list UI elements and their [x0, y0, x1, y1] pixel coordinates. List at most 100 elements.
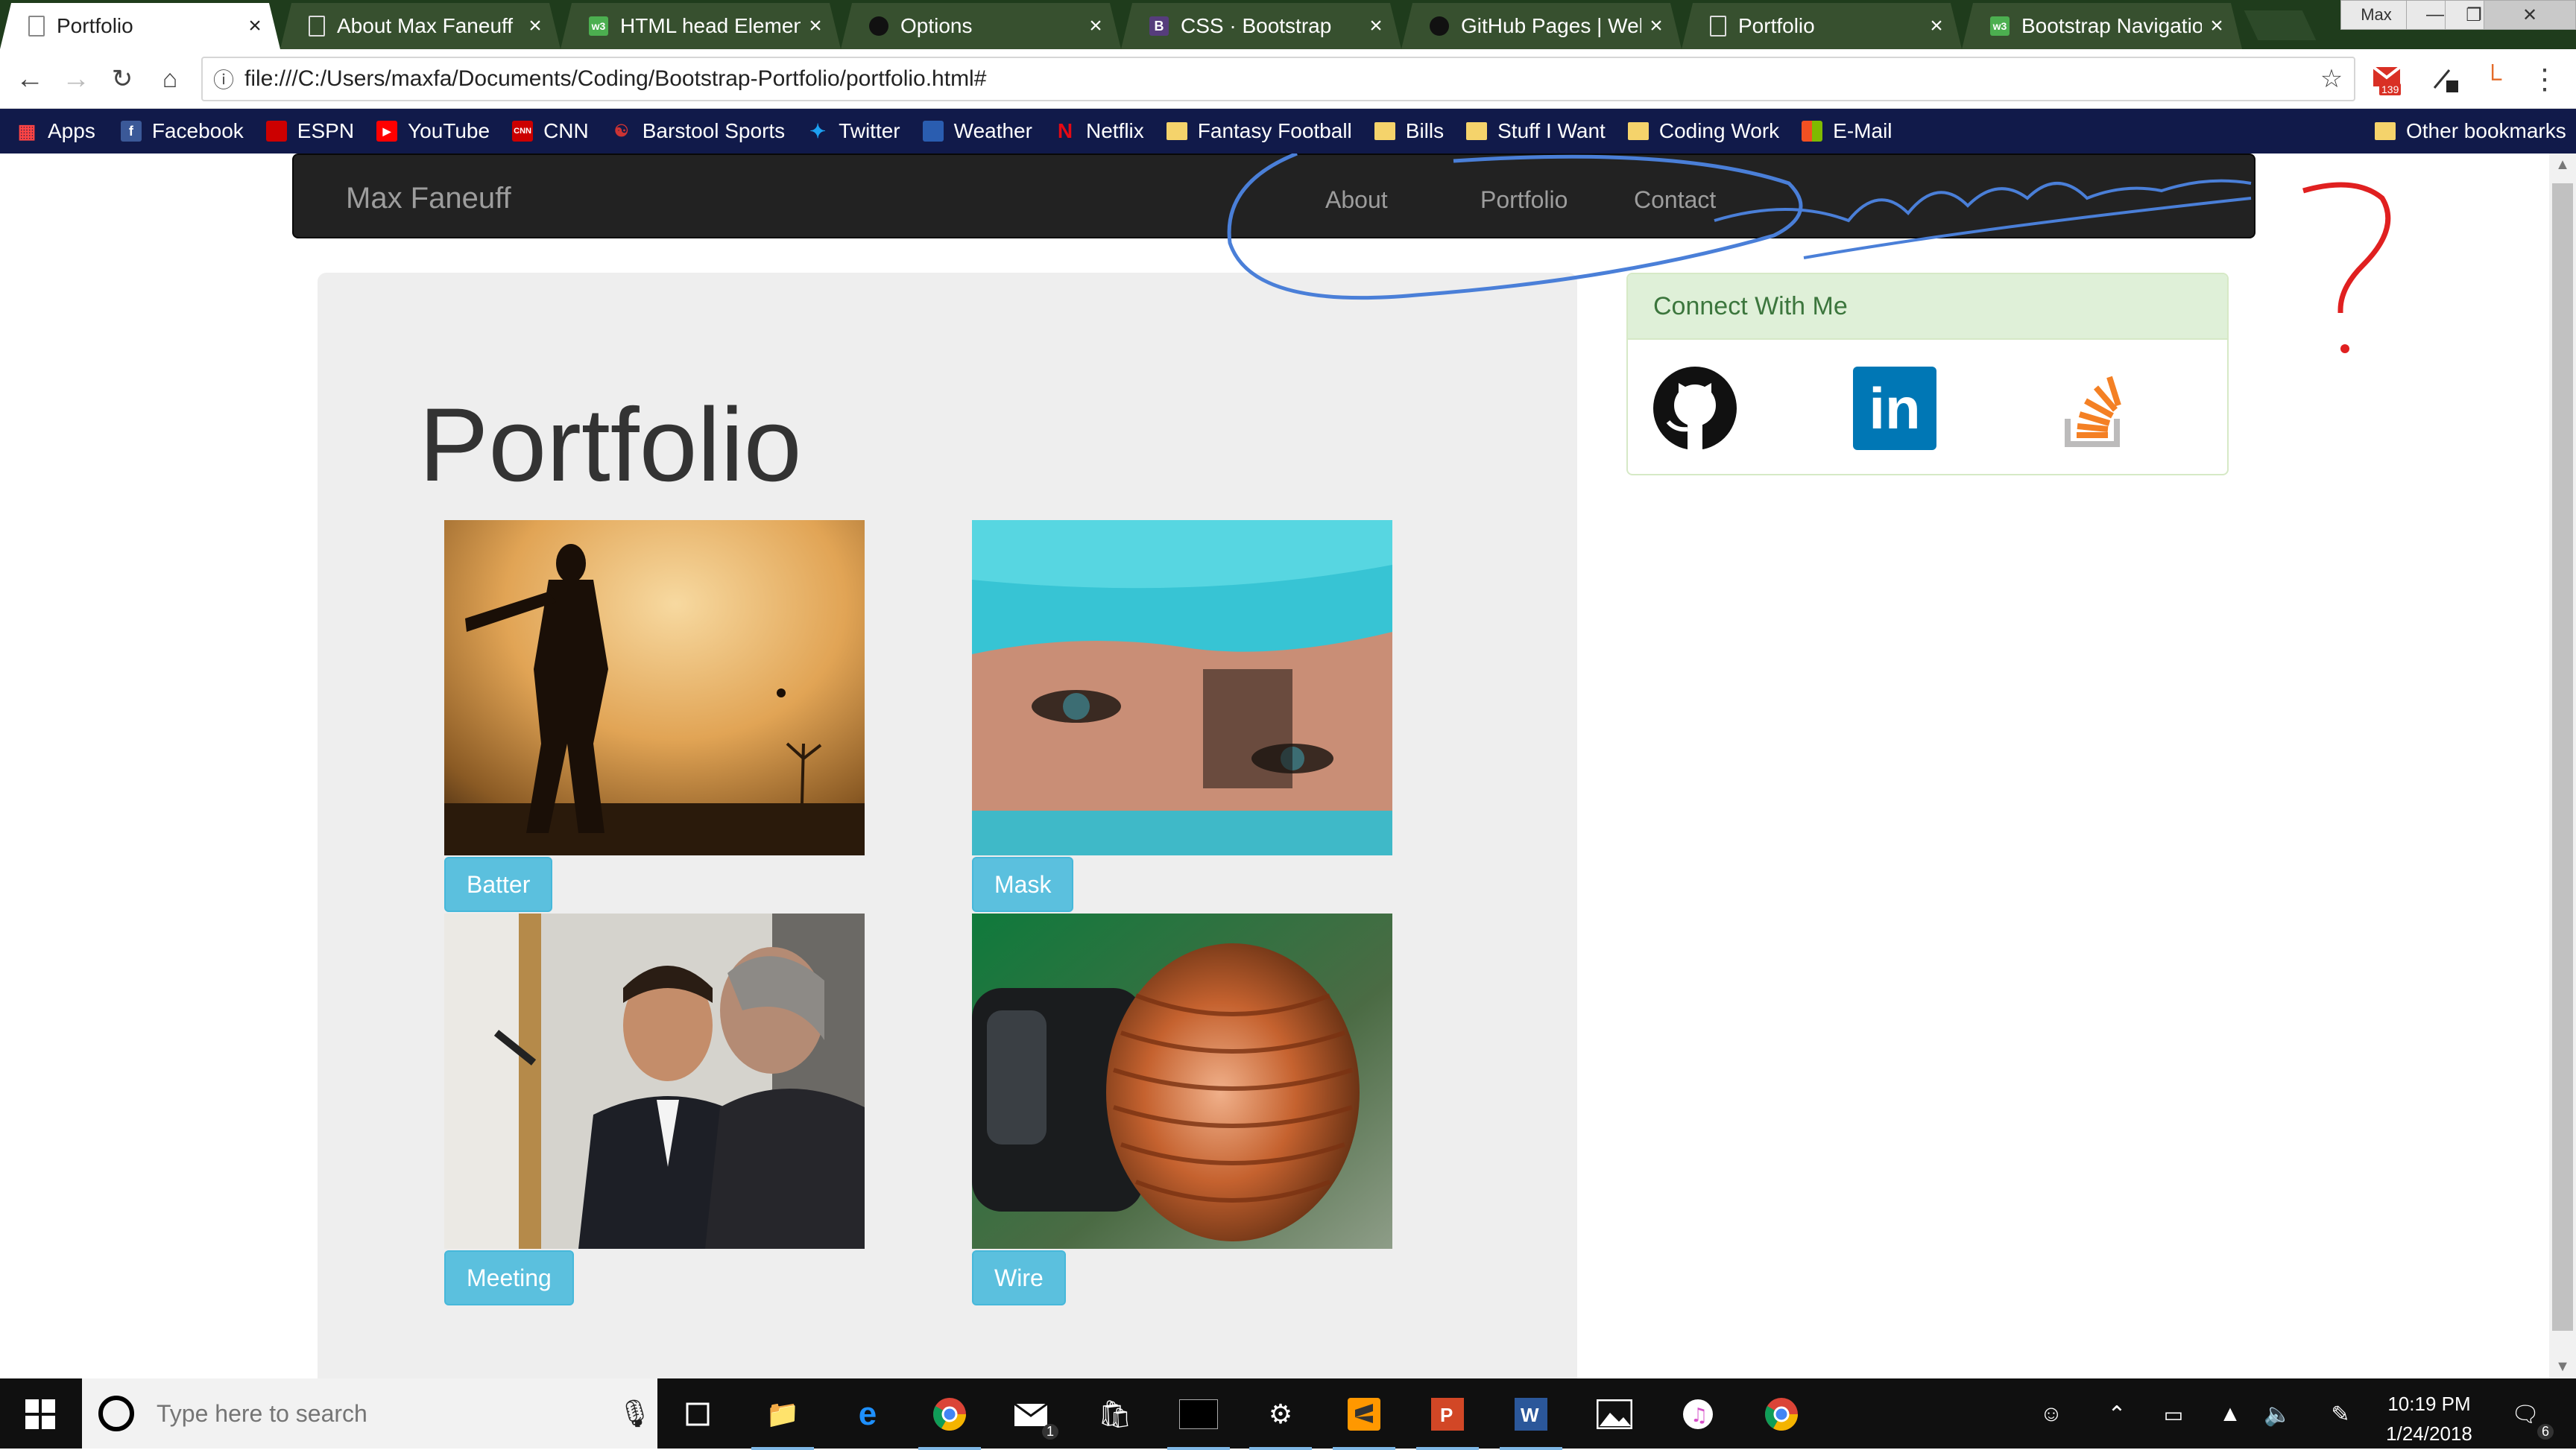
- bookmark-folder-fantasy-football[interactable]: Fantasy Football: [1166, 119, 1352, 143]
- close-tab-icon[interactable]: ×: [2202, 13, 2232, 39]
- battery-icon[interactable]: ▭: [2153, 1393, 2194, 1435]
- task-view-icon[interactable]: [677, 1393, 719, 1435]
- mail-icon[interactable]: 1: [1011, 1393, 1058, 1440]
- microphone-icon[interactable]: 🎙: [613, 1398, 657, 1429]
- bookmark-netflix[interactable]: N Netflix: [1055, 119, 1144, 143]
- scroll-up-arrow-icon[interactable]: ▲: [2549, 156, 2576, 174]
- file-explorer-icon[interactable]: 📁: [751, 1393, 814, 1450]
- action-center-icon[interactable]: 🗨 6: [2504, 1393, 2554, 1440]
- volume-icon[interactable]: 🔈: [2257, 1393, 2299, 1435]
- tab-github-pages[interactable]: GitHub Pages | Websites ×: [1401, 3, 1682, 49]
- profile-button[interactable]: Max: [2340, 0, 2412, 30]
- close-tab-icon[interactable]: ×: [1361, 13, 1391, 39]
- tab-css-bootstrap[interactable]: B CSS · Bootstrap ×: [1121, 3, 1401, 49]
- photos-icon[interactable]: [1594, 1393, 1635, 1435]
- close-tab-icon[interactable]: ×: [1641, 13, 1671, 39]
- close-tab-icon[interactable]: ×: [240, 13, 270, 39]
- notification-badge: 6: [2536, 1424, 2554, 1440]
- home-icon[interactable]: ⌂: [152, 61, 188, 97]
- tab-title: About Max Faneuff: [337, 14, 514, 37]
- bookmark-apps[interactable]: ▦ Apps: [16, 119, 95, 143]
- slack-icon[interactable]: ⚙: [1249, 1393, 1312, 1450]
- reload-icon[interactable]: ↻: [104, 61, 140, 97]
- close-tab-icon[interactable]: ×: [801, 13, 830, 39]
- bookmark-cnn[interactable]: CNN CNN: [512, 119, 589, 143]
- word-icon[interactable]: W: [1500, 1393, 1562, 1450]
- bookmark-label: Apps: [48, 119, 95, 142]
- address-bar[interactable]: ⓘ ☆: [201, 57, 2355, 101]
- tab-bootstrap-navigation[interactable]: w3 Bootstrap Navigation ×: [1962, 3, 2242, 49]
- bookmark-barstool-sports[interactable]: ☯ Barstool Sports: [611, 119, 785, 143]
- taskbar-search-input[interactable]: [157, 1399, 613, 1428]
- edge-icon[interactable]: e: [847, 1393, 888, 1435]
- url-input[interactable]: [244, 66, 2309, 92]
- tab-options[interactable]: Options ×: [841, 3, 1121, 49]
- pen-workspace-icon[interactable]: ✎: [2320, 1393, 2361, 1435]
- bookmark-folder-coding-work[interactable]: Coding Work: [1627, 119, 1779, 143]
- new-tab-button[interactable]: [2244, 10, 2317, 40]
- meeting-image: [444, 914, 865, 1249]
- bookmark-label: ESPN: [297, 119, 355, 142]
- scroll-down-arrow-icon[interactable]: ▼: [2549, 1358, 2576, 1375]
- bookmark-youtube[interactable]: ▶ YouTube: [376, 119, 490, 143]
- close-tab-icon[interactable]: ×: [1922, 13, 1951, 39]
- svg-text:W: W: [1521, 1404, 1539, 1426]
- show-hidden-icons-chevron-icon[interactable]: ⌃: [2096, 1393, 2138, 1435]
- tab-portfolio[interactable]: Portfolio ×: [1682, 3, 1962, 49]
- tab-html-head-element[interactable]: w3 HTML head Element ×: [561, 3, 841, 49]
- bookmark-label: Other bookmarks: [2406, 119, 2566, 142]
- mask-label-button[interactable]: Mask: [972, 857, 1074, 912]
- chrome-icon[interactable]: [918, 1393, 981, 1450]
- extension-icon[interactable]: [2427, 61, 2463, 97]
- info-icon[interactable]: ⓘ: [203, 64, 244, 94]
- chrome-icon[interactable]: [1761, 1393, 1802, 1435]
- bookmark-twitter[interactable]: ✦ Twitter: [807, 119, 900, 143]
- bookmark-label: Stuff I Want: [1497, 119, 1606, 142]
- close-tab-icon[interactable]: ×: [1081, 13, 1111, 39]
- folder-icon: [2375, 122, 2396, 140]
- bookmark-star-icon[interactable]: ☆: [2309, 64, 2354, 94]
- back-arrow-icon[interactable]: ←: [12, 61, 48, 97]
- scrollbar-thumb[interactable]: [2552, 183, 2573, 1331]
- bookmark-weather[interactable]: Weather: [922, 119, 1032, 143]
- extension-pin-icon[interactable]: └: [2475, 61, 2510, 97]
- tab-about-max-faneuff[interactable]: About Max Faneuff ×: [280, 3, 561, 49]
- wire-label-button[interactable]: Wire: [972, 1250, 1066, 1305]
- close-tab-icon[interactable]: ×: [520, 13, 550, 39]
- bookmark-folder-bills[interactable]: Bills: [1374, 119, 1444, 143]
- system-clock[interactable]: 10:19 PM 1/24/2018: [2373, 1389, 2485, 1449]
- taskbar-search-box[interactable]: 🎙: [82, 1378, 657, 1449]
- forward-arrow-icon[interactable]: →: [58, 61, 94, 97]
- batter-label-button[interactable]: Batter: [444, 857, 553, 912]
- tab-title: Portfolio: [57, 14, 133, 37]
- powerpoint-icon[interactable]: P: [1416, 1393, 1479, 1450]
- bookmark-espn[interactable]: ESPN: [265, 119, 355, 143]
- windows-start-icon[interactable]: [19, 1393, 61, 1435]
- people-icon[interactable]: ☺: [2030, 1393, 2072, 1435]
- tab-title: HTML head Element: [620, 14, 801, 37]
- terminal-icon[interactable]: [1167, 1393, 1230, 1450]
- close-window-button[interactable]: ✕: [2484, 0, 2576, 30]
- bookmark-e-mail[interactable]: E-Mail: [1802, 119, 1892, 143]
- meeting-label-button[interactable]: Meeting: [444, 1250, 574, 1305]
- folder-icon: [1374, 122, 1395, 140]
- bookmark-label: CNN: [543, 119, 589, 142]
- wifi-icon[interactable]: ▲: [2209, 1393, 2251, 1435]
- tab-title: Portfolio: [1738, 14, 1815, 37]
- sublime-text-icon[interactable]: [1333, 1393, 1395, 1450]
- page-icon: [1710, 16, 1726, 37]
- github-icon: [1430, 16, 1449, 36]
- page-scrollbar[interactable]: ▲ ▼: [2549, 153, 2576, 1378]
- bookmark-other-bookmarks[interactable]: Other bookmarks: [2375, 119, 2566, 143]
- tab-portfolio-active[interactable]: Portfolio ×: [0, 3, 280, 49]
- menu-icon[interactable]: ⋮: [2527, 61, 2563, 97]
- w3schools-icon: w3: [1990, 16, 2010, 36]
- tab-title: Bootstrap Navigation: [2021, 14, 2202, 37]
- store-icon[interactable]: 🛍: [1094, 1393, 1136, 1435]
- gmail-extension-icon[interactable]: 139: [2370, 61, 2406, 97]
- weather-icon: [922, 121, 944, 142]
- bookmark-facebook[interactable]: f Facebook: [120, 119, 244, 143]
- bootstrap-icon: B: [1149, 16, 1169, 36]
- bookmark-folder-stuff-i-want[interactable]: Stuff I Want: [1466, 119, 1606, 143]
- itunes-icon[interactable]: ♫: [1677, 1393, 1719, 1435]
